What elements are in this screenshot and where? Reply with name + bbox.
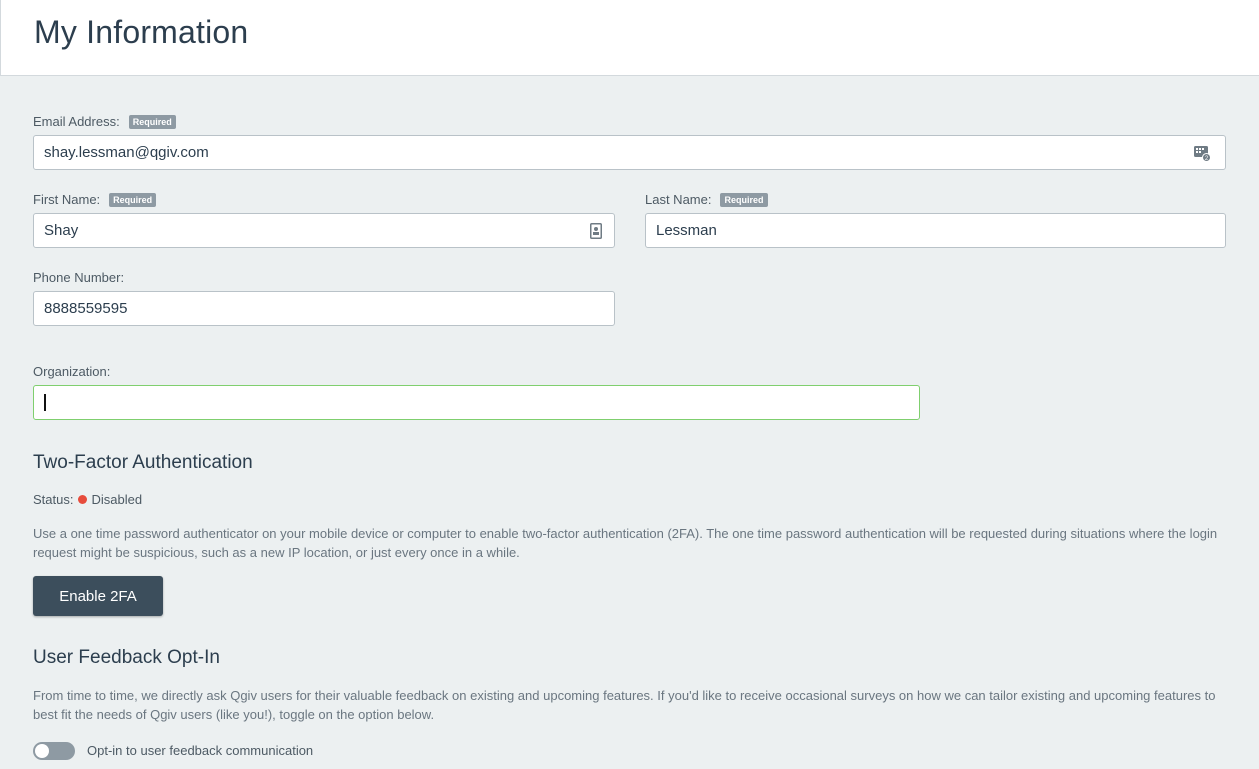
last-name-input-value: Lessman (656, 222, 717, 239)
feedback-description: From time to time, we directly ask Qgiv … (33, 688, 1216, 722)
page-header: My Information (0, 0, 1259, 76)
email-input-value: shay.lessman@qgiv.com (44, 144, 209, 161)
required-badge: Required (720, 192, 768, 207)
first-name-input-value: Shay (44, 222, 79, 239)
phone-label-text: Phone Number: (33, 270, 125, 285)
feedback-title: User Feedback Opt-In (33, 647, 220, 668)
id-card-icon[interactable] (590, 223, 602, 239)
text-caret (44, 393, 46, 411)
email-label-text: Email Address: (33, 114, 120, 129)
feedback-toggle-label[interactable]: Opt-in to user feedback communication (87, 743, 313, 758)
two-factor-description: Use a one time password authenticator on… (33, 526, 1218, 560)
last-name-label-text: Last Name: (645, 192, 712, 207)
first-name-label-text: First Name: (33, 192, 101, 207)
phone-input-value: 8888559595 (44, 300, 128, 317)
required-badge: Required (109, 192, 157, 207)
two-factor-title: Two-Factor Authentication (33, 452, 253, 473)
status-dot-icon (78, 495, 88, 504)
status-value: Disabled (91, 492, 143, 507)
phone-input[interactable]: 8888559595 (33, 291, 615, 326)
last-name-label: Last Name: Required (645, 192, 768, 207)
enable-2fa-button[interactable]: Enable 2FA (33, 576, 163, 616)
email-label: Email Address: Required (33, 114, 176, 129)
contact-card-icon[interactable]: 2 (1193, 144, 1211, 162)
organization-input[interactable] (33, 385, 920, 420)
page-title: My Information (34, 14, 249, 50)
organization-label: Organization: (33, 364, 110, 379)
required-badge: Required (128, 114, 176, 129)
toggle-knob (35, 744, 49, 758)
email-input[interactable]: shay.lessman@qgiv.com 2 (33, 135, 1226, 170)
first-name-label: First Name: Required (33, 192, 157, 207)
two-factor-status: Status: Disabled (33, 492, 142, 507)
phone-label: Phone Number: (33, 270, 124, 285)
organization-label-text: Organization: (33, 364, 111, 379)
status-label: Status: (33, 492, 74, 507)
last-name-input[interactable]: Lessman (645, 213, 1226, 248)
feedback-toggle[interactable] (33, 742, 75, 760)
first-name-input[interactable]: Shay (33, 213, 615, 248)
